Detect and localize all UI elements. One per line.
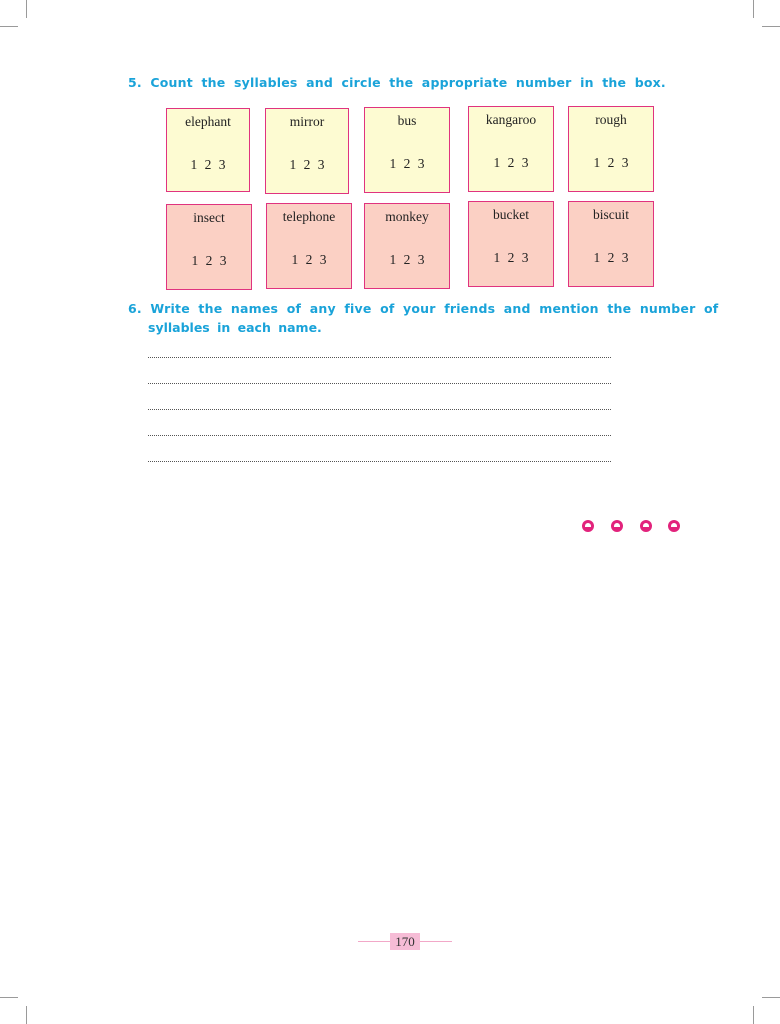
question-6-continuation: syllables in each name. [148,320,322,335]
answer-line[interactable] [148,435,611,436]
syllable-card[interactable]: biscuit 1 2 3 [568,201,654,287]
card-numbers: 1 2 3 [493,155,529,170]
syllable-card[interactable]: kangaroo 1 2 3 [468,106,554,192]
card-word: bus [397,113,417,128]
crop-mark [0,997,18,998]
card-numbers: 1 2 3 [493,250,529,265]
syllable-card[interactable]: mirror 1 2 3 [265,108,349,194]
crop-mark [26,0,27,18]
syllable-card[interactable]: telephone 1 2 3 [266,203,352,289]
crop-mark [0,26,18,27]
dot-icon [640,520,652,532]
question-6-title: 6. Write the names of any five of your f… [128,301,719,316]
syllable-card[interactable]: monkey 1 2 3 [364,203,450,289]
card-numbers: 1 2 3 [289,157,325,172]
syllable-card[interactable]: rough 1 2 3 [568,106,654,192]
crop-mark [762,26,780,27]
question-5-title: 5. Count the syllables and circle the ap… [128,75,666,90]
syllable-card[interactable]: bus 1 2 3 [364,107,450,193]
card-word: telephone [282,209,336,224]
card-numbers: 1 2 3 [593,250,629,265]
card-word: rough [595,112,627,127]
card-numbers: 1 2 3 [593,155,629,170]
card-numbers: 1 2 3 [389,252,425,267]
card-numbers: 1 2 3 [191,253,227,268]
dot-icon [582,520,594,532]
answer-line[interactable] [148,383,611,384]
card-word: bucket [493,207,529,222]
syllable-card[interactable]: elephant 1 2 3 [166,108,250,192]
dot-icon [668,520,680,532]
card-word: insect [193,210,225,225]
syllable-card[interactable]: insect 1 2 3 [166,204,252,290]
card-numbers: 1 2 3 [190,157,226,172]
dot-icon [611,520,623,532]
card-numbers: 1 2 3 [389,156,425,171]
card-numbers: 1 2 3 [291,252,327,267]
card-word: elephant [185,114,231,129]
card-word: monkey [385,209,429,224]
answer-line[interactable] [148,409,611,410]
answer-line[interactable] [148,357,611,358]
card-word: kangaroo [485,112,537,127]
syllable-card[interactable]: bucket 1 2 3 [468,201,554,287]
card-word: biscuit [593,207,629,222]
crop-mark [753,1006,754,1024]
page-number: 170 [390,933,420,950]
crop-mark [26,1006,27,1024]
end-of-section-dots [582,520,686,536]
card-word: mirror [289,114,325,129]
crop-mark [762,997,780,998]
crop-mark [753,0,754,18]
answer-line[interactable] [148,461,611,462]
